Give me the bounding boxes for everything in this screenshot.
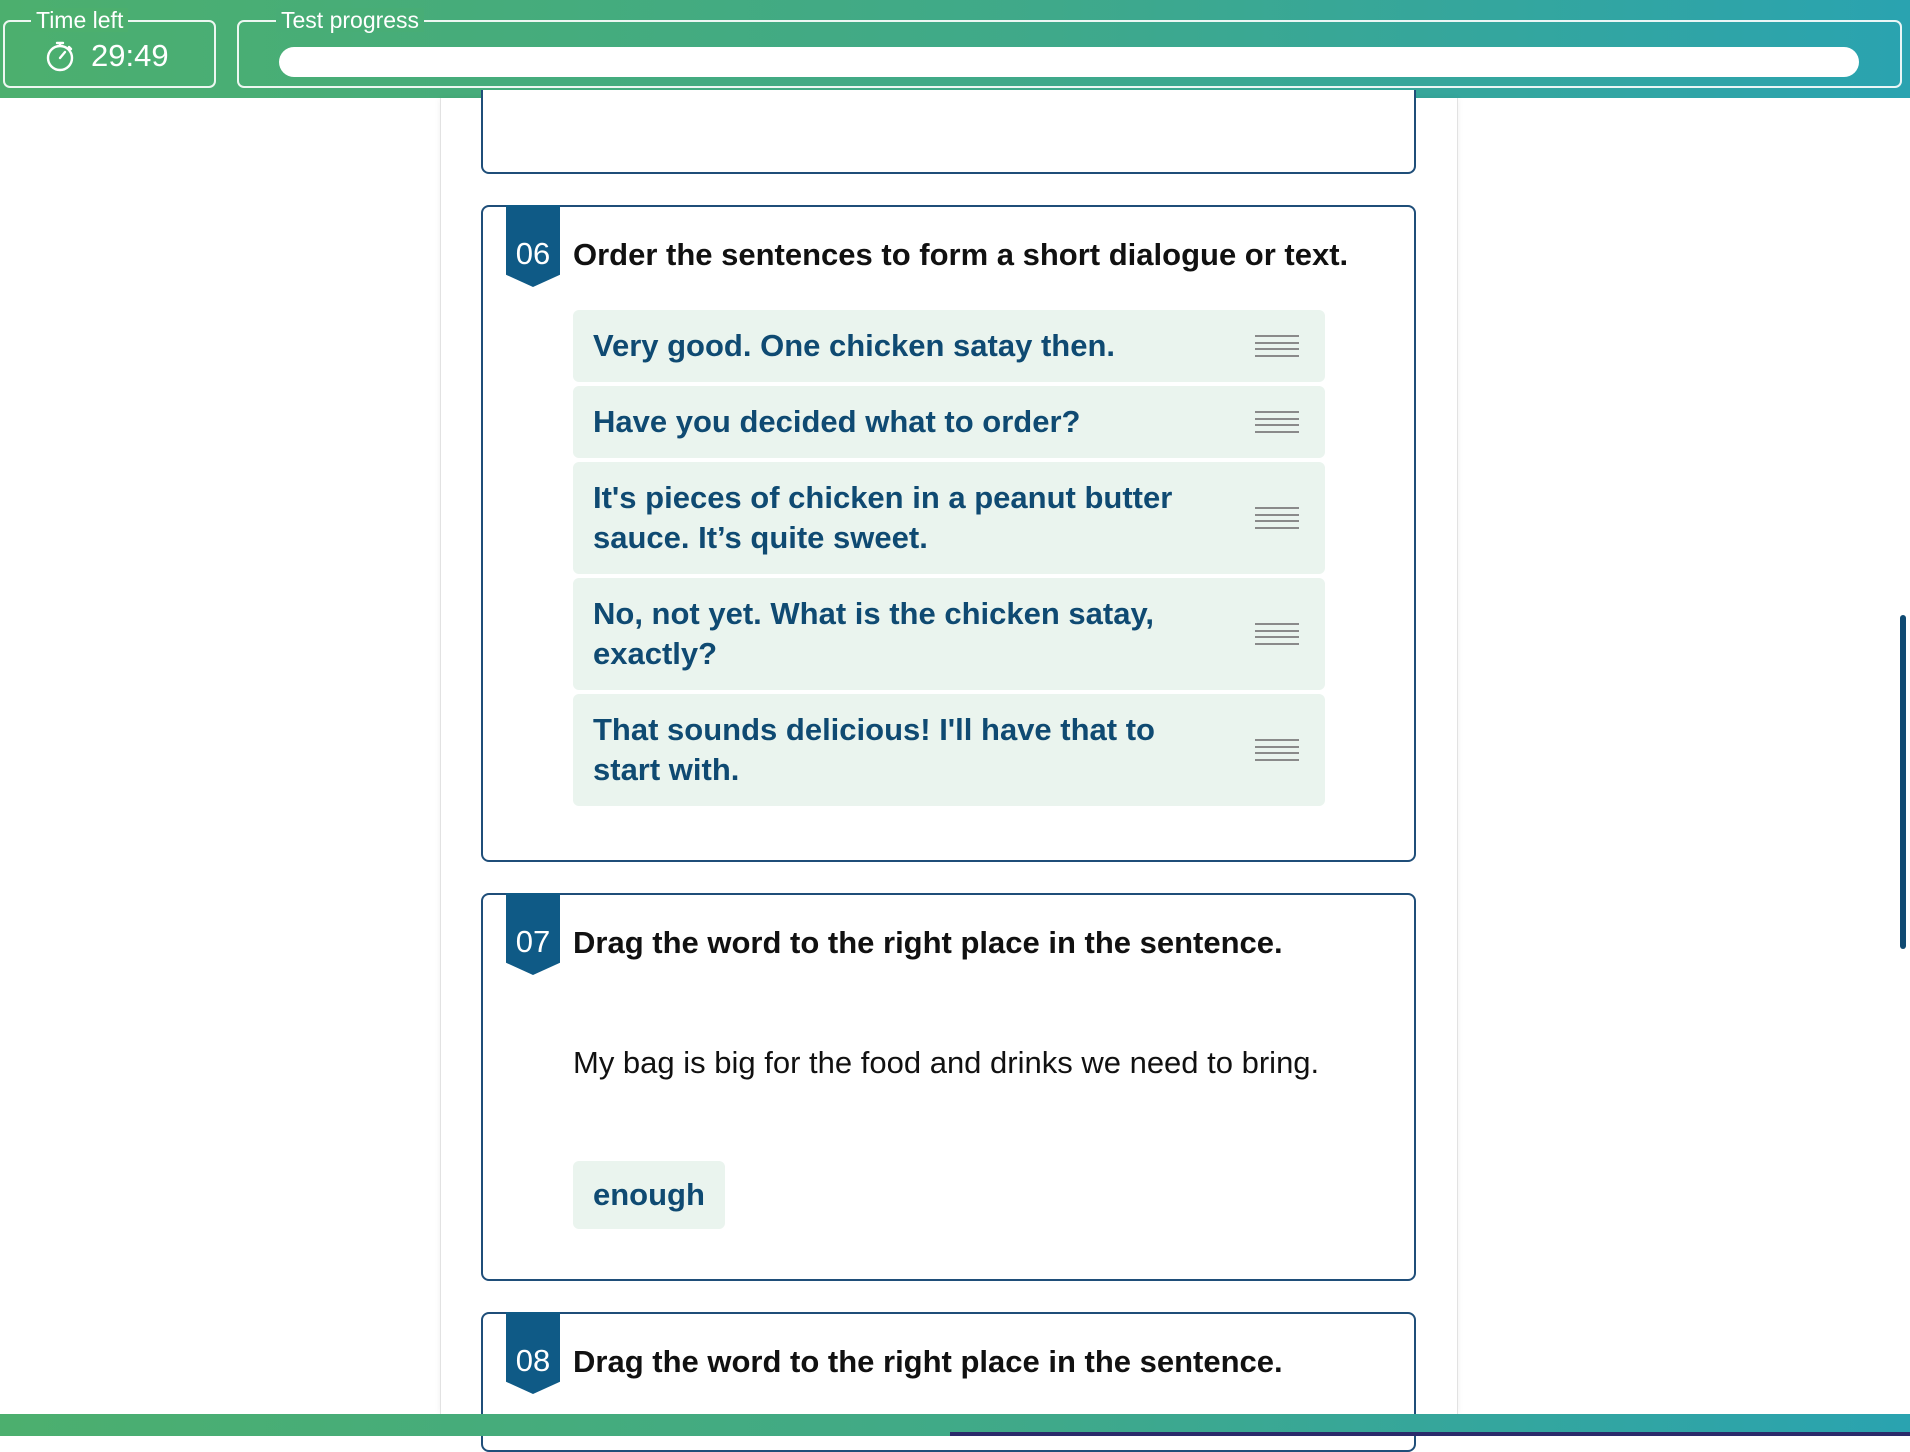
sortable-item-text: Have you decided what to order? [593,404,1081,439]
sortable-item[interactable]: That sounds delicious! I'll have that to… [573,694,1325,806]
question-title: Drag the word to the right place in the … [573,925,1283,960]
question-card-06: 06 Order the sentences to form a short d… [481,205,1416,862]
test-progress-bar [279,47,1859,77]
time-left-panel: Time left 29:49 [3,8,216,88]
test-progress-panel: Test progress [237,8,1902,88]
drag-handle-icon[interactable] [1255,335,1299,357]
stopwatch-icon [46,41,74,72]
target-sentence[interactable]: My bag is big for the food and drinks we… [573,1023,1353,1103]
previous-question-card [481,90,1416,174]
sortable-item-text: It's pieces of chicken in a peanut butte… [593,480,1173,555]
timer: 29:49 [43,38,169,74]
test-header: Time left 29:49 Test progress [0,0,1910,98]
question-number-badge: 08 [506,1312,560,1394]
sortable-item-text: No, not yet. What is the chicken satay, … [593,596,1154,671]
time-left-label: Time left [31,8,129,32]
drag-handle-icon[interactable] [1255,507,1299,529]
time-left-value: 29:49 [91,38,169,73]
scrollbar-thumb[interactable] [1900,615,1906,949]
question-title: Order the sentences to form a short dial… [573,237,1349,272]
sortable-item-text: Very good. One chicken satay then. [593,328,1116,363]
question-title: Drag the word to the right place in the … [573,1344,1283,1379]
drag-handle-icon[interactable] [1255,623,1299,645]
question-number-badge: 06 [506,205,560,287]
question-number-badge: 07 [506,893,560,975]
sortable-item[interactable]: Have you decided what to order? [573,386,1325,458]
footer-edge [950,1432,1910,1436]
sortable-item[interactable]: It's pieces of chicken in a peanut butte… [573,462,1325,574]
drag-handle-icon[interactable] [1255,739,1299,761]
sortable-item[interactable]: Very good. One chicken satay then. [573,310,1325,382]
sortable-item[interactable]: No, not yet. What is the chicken satay, … [573,578,1325,690]
question-card-07: 07 Drag the word to the right place in t… [481,893,1416,1281]
test-progress-label: Test progress [276,8,425,32]
draggable-word[interactable]: enough [573,1161,725,1229]
drag-handle-icon[interactable] [1255,411,1299,433]
sortable-item-text: That sounds delicious! I'll have that to… [593,712,1155,787]
